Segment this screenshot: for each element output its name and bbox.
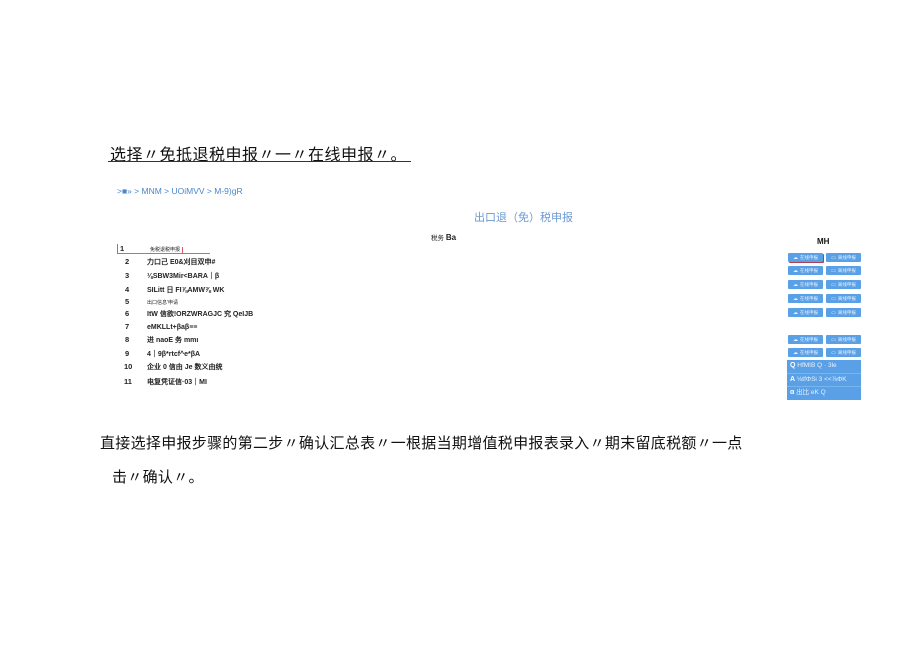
monitor-icon: ▭ xyxy=(831,268,836,274)
online-declare-button[interactable]: ☁ 在线申报 xyxy=(788,308,823,317)
step-row[interactable]: 3 ⅛SBW3Mir<BARA｜β xyxy=(117,271,219,281)
tax-label-bold: Ba xyxy=(445,233,457,242)
step-number: 11 xyxy=(124,377,132,386)
heading-underline xyxy=(108,161,411,162)
step-label: ⅛SBW3Mir<BARA｜β xyxy=(147,273,220,280)
step-number: 3 xyxy=(125,271,130,280)
offline-declare-button[interactable]: ▭ 离线申报 xyxy=(826,308,861,317)
offline-declare-button[interactable]: ▭ 离线申报 xyxy=(826,348,861,357)
step-row[interactable]: 10 企业 0 信由 Je 数义由统 xyxy=(117,362,222,372)
panel-title: 出口退（免）税申报 xyxy=(474,211,573,224)
button-label: 离线申报 xyxy=(837,268,856,273)
step-number: 5 xyxy=(125,297,130,306)
menu-item[interactable]: α 出比 eK Q xyxy=(787,387,861,400)
tax-label-small: 税务 xyxy=(431,235,444,242)
operation-column-header: MH xyxy=(817,237,830,246)
step-number: 2 xyxy=(125,257,130,266)
online-declare-button[interactable]: ☁ 在线申报 xyxy=(788,253,823,262)
cloud-icon: ☁ xyxy=(793,350,798,356)
cloud-icon: ☁ xyxy=(793,268,798,274)
monitor-icon: ▭ xyxy=(831,296,836,302)
offline-declare-button[interactable]: ▭ 离线申报 xyxy=(826,294,861,303)
menu-item-icon: α xyxy=(790,389,795,396)
online-declare-button[interactable]: ☁ 在线申报 xyxy=(788,280,823,289)
step-label: SILitt 日 FI⅞AMW⅞ WK xyxy=(147,287,225,294)
step-row[interactable]: 6 ItW 信欲!ORZWRAGJC 究 QeIJB xyxy=(117,309,253,319)
step-label: 力口己 E0&刈目双申# xyxy=(147,259,216,266)
step-number: 1 xyxy=(120,244,125,253)
cloud-icon: ☁ xyxy=(793,337,798,343)
step-label: ItW 信欲!ORZWRAGJC 究 QeIJB xyxy=(147,311,254,318)
declare-dropdown-menu: Q HfMIB Q · 3le A ⅛tfΦSi 3 <<⅞ΦK α 出比 eK… xyxy=(787,360,861,400)
button-label: 离线申报 xyxy=(837,310,856,315)
step-row[interactable]: 4 SILitt 日 FI⅞AMW⅞ WK xyxy=(117,285,224,295)
button-label: 在线申报 xyxy=(800,282,818,287)
offline-declare-button[interactable]: ▭ 离线申报 xyxy=(826,280,861,289)
button-label: 在线申报 xyxy=(800,268,818,273)
menu-item-label: HfMIB Q · 3le xyxy=(797,362,837,369)
online-declare-button[interactable]: ☁ 在线申报 xyxy=(788,294,823,303)
instruction-paragraph-line1: 直接选择申报步骤的第二步〃确认汇总表〃一根据当期增值税申报表录入〃期末留底税额〃… xyxy=(100,434,743,452)
monitor-icon: ▭ xyxy=(831,282,836,288)
button-label: 在线申报 xyxy=(800,337,818,342)
step-number: 4 xyxy=(125,285,130,294)
step-label: eMKLLt+βaβ≡≡ xyxy=(147,324,198,331)
menu-item-label: ⅛tfΦSi 3 <<⅞ΦK xyxy=(796,375,847,383)
step-row[interactable]: 9 4｜9β*rtcf^e*βA xyxy=(117,349,200,359)
offline-declare-button[interactable]: ▭ 离线申报 xyxy=(826,335,861,344)
menu-item[interactable]: A ⅛tfΦSi 3 <<⅞ΦK xyxy=(787,374,861,387)
step-number: 7 xyxy=(125,322,130,331)
step-label: 电复凭证信·03｜MI xyxy=(147,379,207,386)
button-label: 离线申报 xyxy=(837,337,856,342)
instruction-paragraph-line2: 击〃确认〃。 xyxy=(112,468,204,486)
step-label: 进 naoE 务 mmι xyxy=(147,337,199,344)
step-row[interactable]: 8 进 naoE 务 mmι xyxy=(117,335,198,345)
offline-declare-button[interactable]: ▭ 离线申报 xyxy=(826,253,861,262)
step-number: 6 xyxy=(125,309,130,318)
step-label: 出口信息'申请 xyxy=(147,300,178,306)
cloud-icon: ☁ xyxy=(793,282,798,288)
row-divider xyxy=(117,253,210,254)
step-number: 10 xyxy=(124,362,133,371)
tax-label: 税务 Ba xyxy=(431,232,456,242)
monitor-icon: ▭ xyxy=(831,337,836,343)
menu-item-label: 出比 eK Q xyxy=(796,389,826,396)
step-row[interactable]: 11 电复凭证信·03｜MI xyxy=(117,377,207,387)
online-declare-button[interactable]: ☁ 在线申报 xyxy=(788,266,823,275)
menu-item-icon: A xyxy=(790,375,796,383)
step-row[interactable]: 5 出口信息'申请 xyxy=(117,297,178,306)
offline-declare-button[interactable]: ▭ 离线申报 xyxy=(826,266,861,275)
menu-item[interactable]: Q HfMIB Q · 3le xyxy=(787,360,861,374)
button-label: 离线申报 xyxy=(837,282,856,287)
step-row[interactable]: 1 免税退税申报 xyxy=(117,244,184,253)
step-row[interactable]: 2 力口己 E0&刈目双申# xyxy=(117,257,215,267)
step-number: 9 xyxy=(125,349,130,358)
monitor-icon: ▭ xyxy=(831,310,836,316)
monitor-icon: ▭ xyxy=(831,350,836,356)
online-declare-button[interactable]: ☁ 在线申报 xyxy=(788,335,823,344)
menu-item-icon: Q xyxy=(790,362,796,369)
online-declare-button[interactable]: ☁ 在线申报 xyxy=(788,348,823,357)
breadcrumb[interactable]: >■» > MNM > UOiMVV > M-9)gR xyxy=(117,186,243,196)
button-label: 在线申报 xyxy=(800,310,818,315)
cloud-icon: ☁ xyxy=(793,255,798,261)
cloud-icon: ☁ xyxy=(793,310,798,316)
monitor-icon: ▭ xyxy=(831,255,836,261)
button-label: 离线申报 xyxy=(837,255,856,260)
cloud-icon: ☁ xyxy=(793,296,798,302)
button-label: 在线申报 xyxy=(800,296,818,301)
button-label: 在线申报 xyxy=(800,350,818,355)
step-row[interactable]: 7 eMKLLt+βaβ≡≡ xyxy=(117,322,197,331)
step-number: 8 xyxy=(125,335,130,344)
button-label: 离线申报 xyxy=(837,350,856,355)
button-label: 在线申报 xyxy=(800,255,818,260)
step-label: 企业 0 信由 Je 数义由统 xyxy=(147,364,223,371)
step-label: 4｜9β*rtcf^e*βA xyxy=(147,351,201,358)
button-label: 离线申报 xyxy=(837,296,856,301)
